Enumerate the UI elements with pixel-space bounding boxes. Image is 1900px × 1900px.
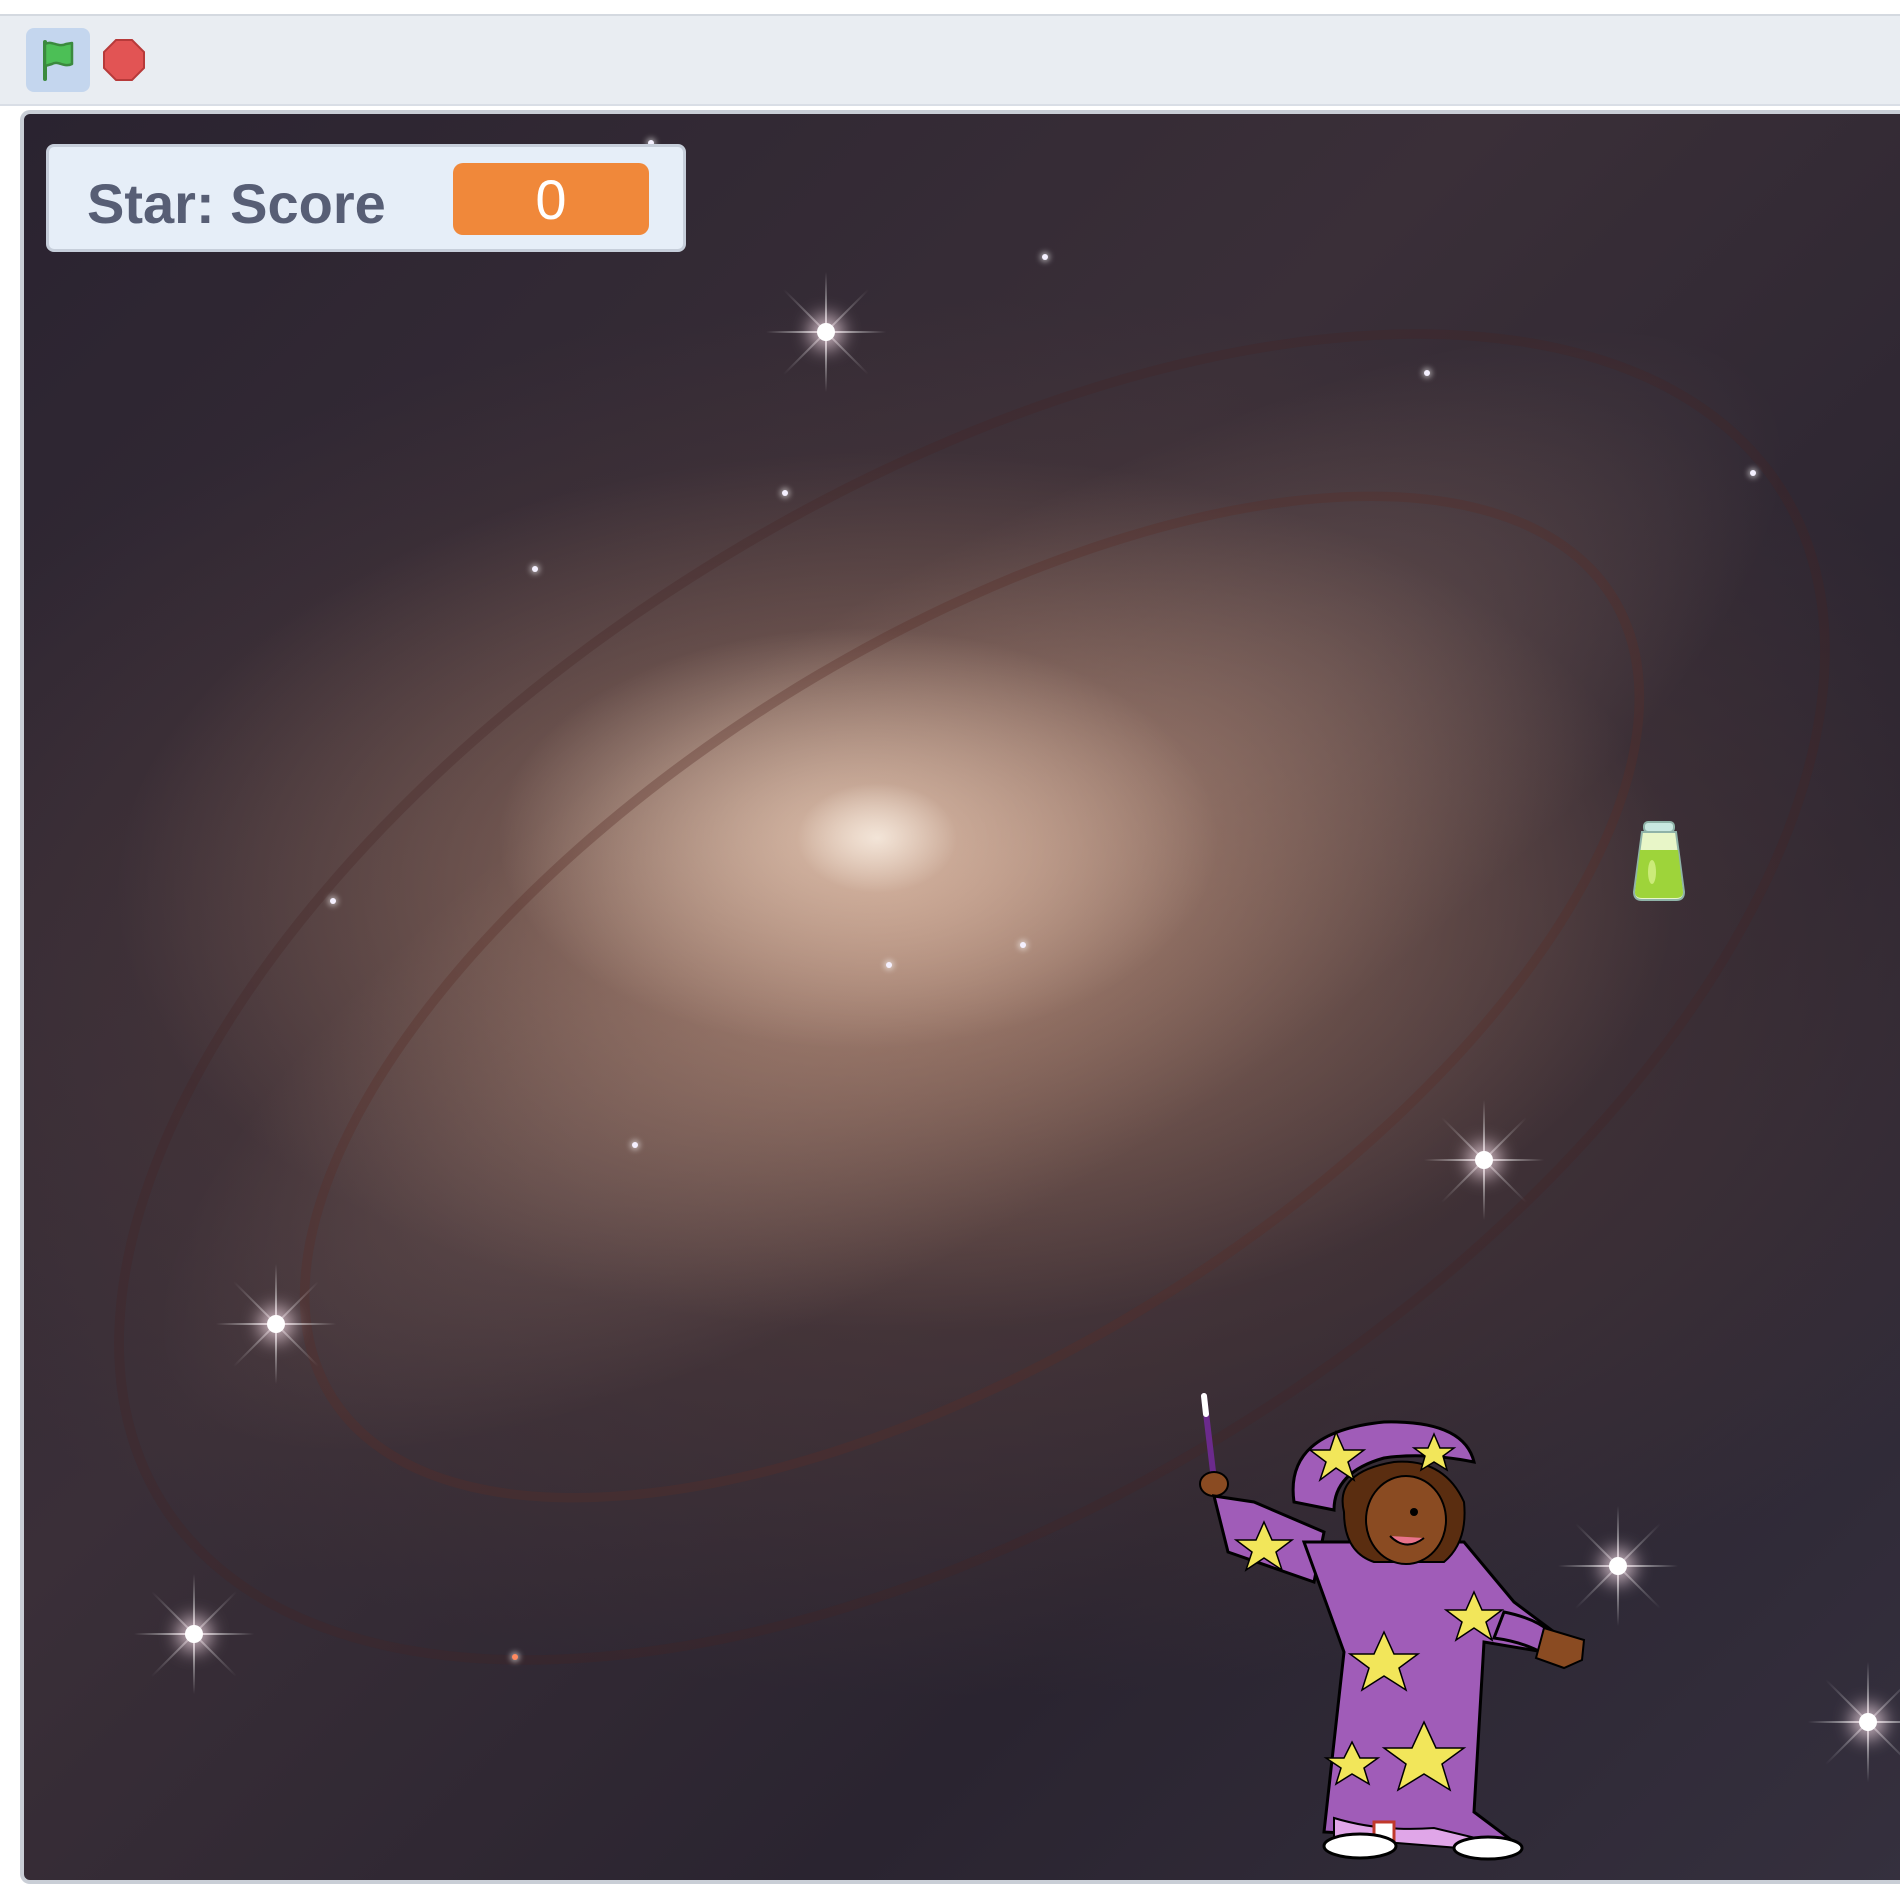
star: [886, 962, 892, 968]
variable-monitor: Star: Score 0: [46, 144, 686, 252]
variable-monitor-value: 0: [453, 163, 649, 235]
stage-canvas[interactable]: Star: Score 0: [20, 110, 1900, 1884]
star: [330, 898, 336, 904]
star: [632, 1142, 638, 1148]
star: [532, 566, 538, 572]
variable-monitor-label: Star: Score: [87, 172, 386, 235]
potion-bottle-icon[interactable]: [1624, 820, 1694, 904]
star: [1020, 942, 1026, 948]
star: [782, 490, 788, 496]
wizard-icon[interactable]: [1184, 1392, 1624, 1862]
star: [1424, 370, 1430, 376]
green-flag-icon: [43, 40, 74, 81]
star: [512, 1654, 518, 1660]
star: [1750, 470, 1756, 476]
green-flag-button[interactable]: [26, 28, 90, 92]
star: [1042, 254, 1048, 260]
stage-toolbar: [0, 16, 1900, 106]
stop-sign-icon: [103, 39, 145, 81]
stop-button[interactable]: [96, 32, 152, 88]
